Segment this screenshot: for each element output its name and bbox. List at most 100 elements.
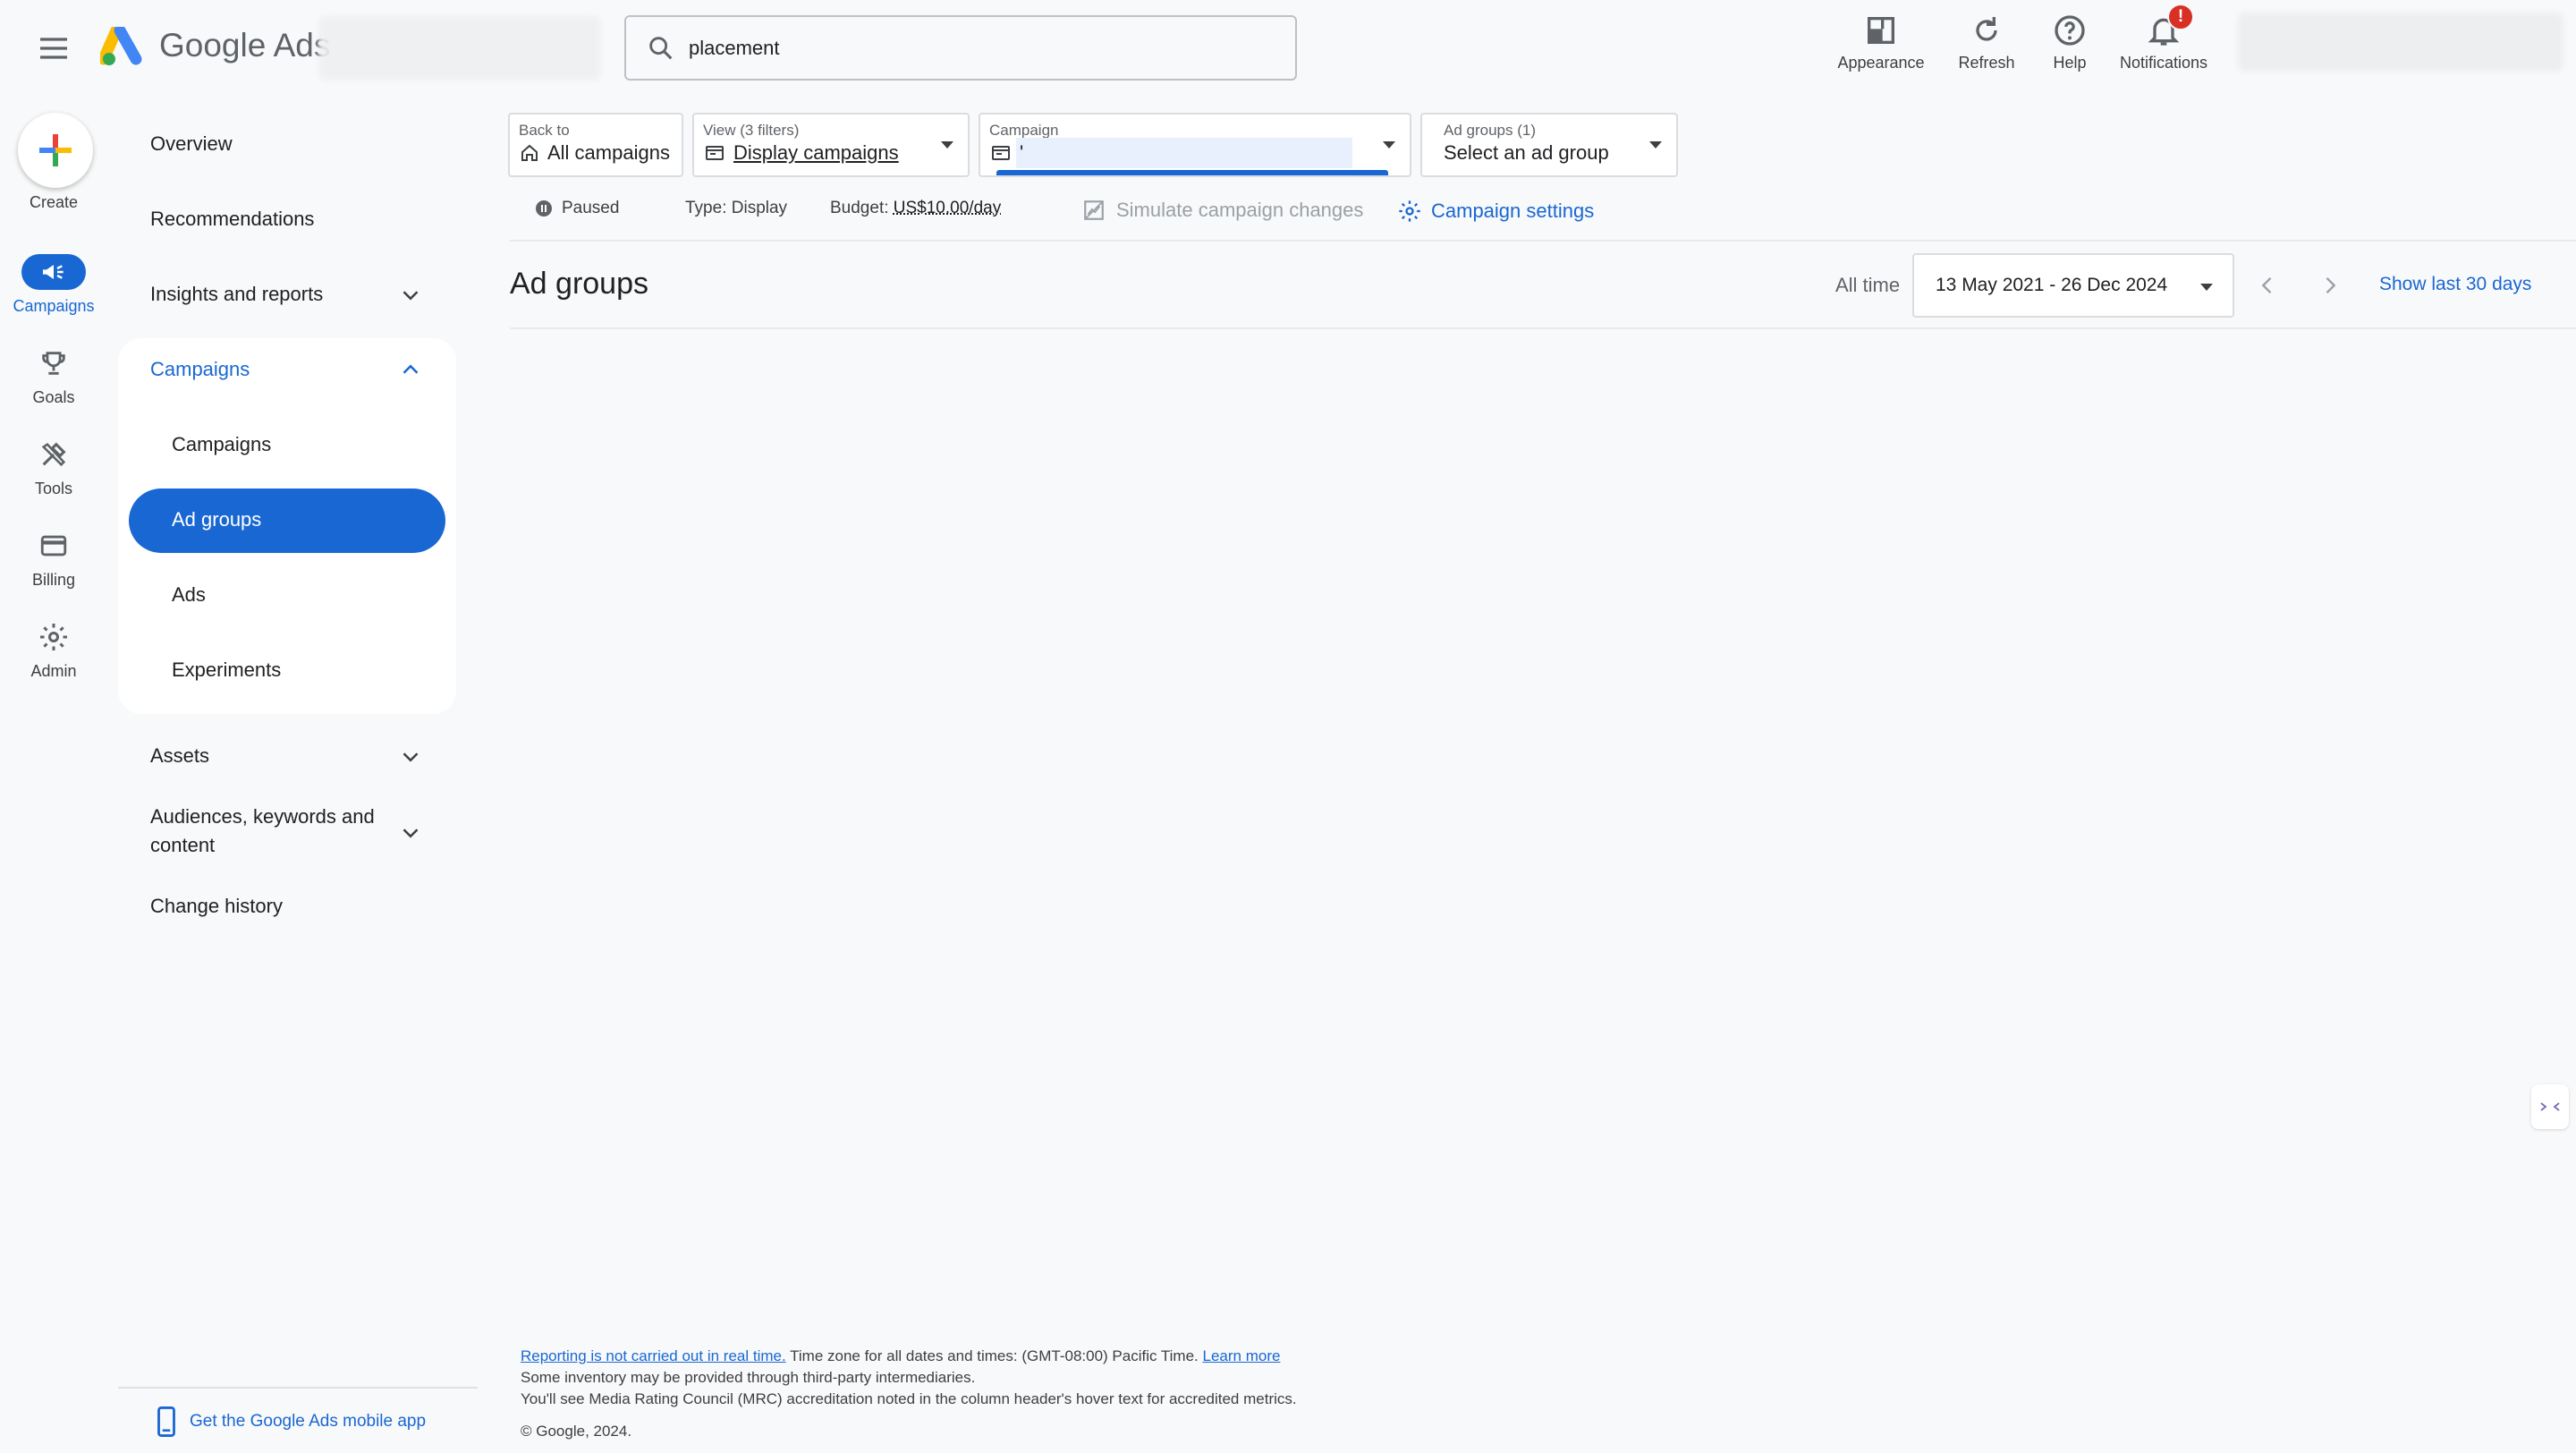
help-button[interactable]: Help	[2021, 13, 2119, 77]
back-to-label: Back to	[519, 122, 570, 139]
chevron-down-icon[interactable]	[397, 282, 424, 309]
back-to-all-campaigns-chip[interactable]: Back to All campaigns	[508, 113, 683, 177]
all-time-label: All time	[1835, 274, 1901, 296]
appearance-button[interactable]: Appearance	[1832, 13, 1930, 77]
nav-divider	[118, 1387, 478, 1389]
appearance-label: Appearance	[1837, 54, 1925, 72]
campaign-budget[interactable]: Budget: US$10.00/day	[830, 199, 1001, 218]
account-selector-blurred[interactable]	[318, 16, 601, 81]
tools-icon	[38, 439, 69, 470]
phone-icon	[154, 1406, 179, 1437]
mobile-app-label: Get the Google Ads mobile app	[190, 1412, 427, 1431]
search-box[interactable]: placement	[624, 15, 1297, 81]
ad-group-selector-chip[interactable]: Ad groups (1) Select an ad group	[1420, 113, 1678, 177]
help-icon	[2052, 13, 2088, 48]
side-panel-toggle[interactable]	[2531, 1084, 2569, 1129]
nav-sub-campaigns[interactable]: Campaigns	[172, 433, 271, 456]
notifications-label: Notifications	[2119, 54, 2208, 72]
previous-period-button[interactable]	[2247, 265, 2288, 306]
rail-goals-label: Goals	[32, 388, 75, 406]
create-button[interactable]	[18, 113, 93, 188]
rail-billing[interactable]: Billing	[0, 528, 107, 590]
account-info-blurred[interactable]	[2238, 13, 2563, 72]
caret-down-icon	[939, 140, 955, 150]
display-campaign-icon	[989, 142, 1013, 164]
caret-down-icon	[1648, 140, 1664, 150]
nav-assets[interactable]: Assets	[150, 744, 209, 768]
view-label: View (3 filters)	[703, 122, 800, 139]
simulate-label: Simulate campaign changes	[1116, 199, 1364, 221]
nav-overview[interactable]: Overview	[150, 132, 233, 156]
page-title: Ad groups	[510, 267, 648, 301]
next-period-button[interactable]	[2309, 265, 2351, 306]
chevron-down-icon[interactable]	[397, 820, 424, 846]
plus-icon	[36, 131, 75, 170]
nav-sub-experiments[interactable]: Experiments	[172, 659, 281, 682]
nav-audiences-line1: Audiences, keywords and	[150, 805, 375, 828]
caret-down-icon	[2199, 282, 2215, 293]
date-range-value: 13 May 2021 - 26 Dec 2024	[1936, 275, 2168, 295]
rail-admin-label: Admin	[30, 662, 77, 680]
campaign-value: '	[1020, 141, 1024, 164]
simulate-changes-button[interactable]: Simulate campaign changes	[1082, 199, 1363, 222]
brand-google: Google	[159, 27, 267, 64]
back-to-value: All campaigns	[547, 141, 670, 164]
appearance-icon	[1863, 13, 1899, 48]
ad-groups-label: Ad groups (1)	[1444, 122, 1536, 139]
learn-more-link[interactable]: Learn more	[1203, 1347, 1281, 1364]
campaign-settings-label: Campaign settings	[1431, 200, 1595, 222]
megaphone-icon	[39, 258, 68, 286]
create-label: Create	[29, 193, 79, 211]
search-input[interactable]: placement	[689, 37, 780, 60]
nav-insights[interactable]: Insights and reports	[150, 283, 323, 306]
rail-admin[interactable]: Admin	[0, 619, 107, 681]
notification-badge: !	[2167, 4, 2194, 30]
nav-sub-ads[interactable]: Ads	[172, 583, 206, 607]
reporting-link[interactable]: Reporting is not carried out in real tim…	[521, 1347, 786, 1364]
date-range-picker[interactable]: 13 May 2021 - 26 Dec 2024	[1912, 253, 2234, 318]
nav-campaigns-group[interactable]: Campaigns	[150, 358, 250, 381]
chevron-right-icon	[2318, 273, 2343, 298]
nav-change-history[interactable]: Change history	[150, 895, 283, 918]
rail-campaigns-label: Campaigns	[13, 297, 95, 315]
help-label: Help	[2053, 54, 2087, 72]
nav-audiences[interactable]: Audiences, keywords and content	[150, 805, 375, 857]
mrc-note: You'll see Media Rating Council (MRC) ac…	[521, 1390, 1297, 1407]
search-icon	[646, 33, 676, 64]
campaign-focus-indicator	[996, 170, 1388, 175]
notifications-button[interactable]: ! Notifications	[2114, 4, 2213, 77]
settings-gear-icon	[1397, 199, 1422, 224]
caret-down-icon	[1381, 140, 1397, 150]
display-campaign-icon	[703, 142, 726, 164]
credit-card-icon	[38, 531, 69, 561]
show-last-30-days-link[interactable]: Show last 30 days	[2379, 274, 2531, 295]
home-icon	[519, 142, 540, 164]
nav-sub-ad-groups[interactable]: Ad groups	[129, 489, 445, 553]
nav-sub-ad-groups-label: Ad groups	[172, 508, 262, 531]
rail-goals[interactable]: Goals	[0, 345, 107, 407]
main-menu-icon[interactable]	[36, 30, 72, 66]
inventory-note: Some inventory may be provided through t…	[521, 1369, 976, 1386]
view-value: Display campaigns	[733, 141, 899, 164]
rail-tools[interactable]: Tools	[0, 437, 107, 498]
chevron-up-icon[interactable]	[397, 356, 424, 383]
rail-campaigns[interactable]: Campaigns	[0, 254, 107, 316]
rail-tools-label: Tools	[34, 480, 73, 497]
campaign-label: Campaign	[989, 122, 1059, 139]
chevron-down-icon[interactable]	[397, 743, 424, 770]
rail-billing-label: Billing	[31, 571, 76, 589]
campaign-type: Type: Display	[685, 199, 788, 217]
mobile-app-link[interactable]: Get the Google Ads mobile app	[143, 1406, 426, 1437]
trophy-icon	[38, 348, 69, 378]
google-ads-logo-icon[interactable]	[100, 27, 147, 68]
brand-name: Google Ads	[159, 27, 330, 64]
collapse-icon	[2538, 1098, 2562, 1116]
budget-value[interactable]: US$10.00/day	[894, 199, 1001, 218]
bell-icon: !	[2146, 4, 2194, 48]
campaign-settings-link[interactable]: Campaign settings	[1397, 199, 1594, 224]
budget-label: Budget:	[830, 199, 889, 217]
campaign-selector-chip[interactable]: Campaign '	[979, 113, 1411, 177]
copyright: © Google, 2024.	[521, 1423, 632, 1440]
nav-recommendations[interactable]: Recommendations	[150, 208, 314, 231]
view-filter-chip[interactable]: View (3 filters) Display campaigns	[692, 113, 970, 177]
